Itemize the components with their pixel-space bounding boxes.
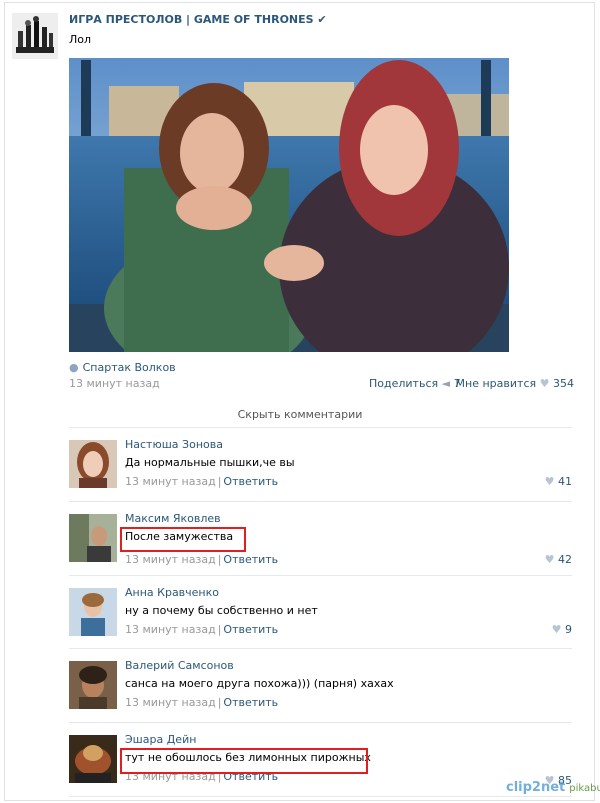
comment-author[interactable]: Настюша Зонова [125, 438, 223, 451]
heart-icon: ♥ [544, 553, 555, 566]
megaphone-icon: ◄ [441, 377, 451, 390]
comment-meta: 13 минут назад | Ответить [125, 553, 278, 566]
comment-time[interactable]: 13 минут назад [125, 475, 216, 488]
person-icon: ● [69, 361, 79, 374]
post-photo[interactable] [69, 58, 509, 352]
post-text: Лол [69, 33, 92, 46]
avatar[interactable] [69, 661, 117, 709]
comment-time[interactable]: 13 минут назад [125, 696, 216, 709]
reply-button[interactable]: Ответить [223, 475, 278, 488]
group-avatar[interactable] [12, 13, 58, 59]
divider [69, 427, 572, 428]
avatar[interactable] [69, 514, 117, 562]
heart-icon: ♥ [539, 377, 550, 390]
comment-like-count: 41 [558, 475, 572, 488]
hide-comments-link[interactable]: Скрыть комментарии [0, 408, 600, 421]
reply-button[interactable]: Ответить [223, 696, 278, 709]
reply-button[interactable]: Ответить [223, 553, 278, 566]
comment-text: ну а почему бы собственно и нет [125, 604, 318, 617]
reply-button[interactable]: Ответить [223, 770, 278, 783]
separator: | [217, 475, 222, 488]
comment-like-button[interactable]: ♥ 41 [545, 475, 572, 488]
comment-text: тут не обошлось без лимонных пирожных [125, 751, 371, 764]
signer-name[interactable]: Спартак Волков [83, 361, 176, 374]
comment-time[interactable]: 13 минут назад [125, 623, 216, 636]
comment-like-button[interactable]: ♥ 9 [552, 623, 572, 636]
comment-author[interactable]: Валерий Самсонов [125, 659, 234, 672]
avatar[interactable] [69, 735, 117, 783]
comment-item: Максим Яковлев После замужества 13 минут… [69, 506, 572, 578]
comment-meta: 13 минут назад | Ответить [125, 623, 278, 636]
comment-author[interactable]: Эшара Дейн [125, 733, 196, 746]
watermark: clip2netpikabu.ru [506, 780, 600, 795]
comment-item: Эшара Дейн тут не обошлось без лимонных … [69, 727, 572, 799]
separator: | [217, 696, 222, 709]
comment-text: санса на моего друга похожа))) (парня) х… [125, 677, 394, 690]
comment-author[interactable]: Максим Яковлев [125, 512, 221, 525]
like-button[interactable]: Мне нравится ♥ 354 [456, 377, 574, 390]
heart-icon: ♥ [544, 475, 555, 488]
comment-like-count: 9 [565, 623, 572, 636]
group-name[interactable]: ИГРА ПРЕСТОЛОВ | GAME OF THRONES [69, 13, 314, 26]
post-signer[interactable]: ● Спартак Волков [69, 361, 176, 374]
comment-text: Да нормальные пышки,че вы [125, 456, 295, 469]
heart-icon: ♥ [551, 623, 562, 636]
comment-meta: 13 минут назад | Ответить [125, 696, 278, 709]
comment-text: После замужества [125, 530, 234, 543]
comment-time[interactable]: 13 минут назад [125, 770, 216, 783]
separator: | [217, 770, 222, 783]
watermark-pikabu: pikabu.ru [569, 783, 600, 794]
comment-author[interactable]: Анна Кравченко [125, 586, 219, 599]
share-label[interactable]: Поделиться [369, 377, 438, 390]
comment-item: Валерий Самсонов санса на моего друга по… [69, 653, 572, 725]
comment-like-count: 42 [558, 553, 572, 566]
reply-button[interactable]: Ответить [223, 623, 278, 636]
post-time[interactable]: 13 минут назад [69, 377, 160, 390]
like-count: 354 [553, 377, 574, 390]
avatar[interactable] [69, 588, 117, 636]
comment-item: Анна Кравченко ну а почему бы собственно… [69, 580, 572, 652]
avatar[interactable] [69, 440, 117, 488]
like-label[interactable]: Мне нравится [456, 377, 537, 390]
group-name-link[interactable]: ИГРА ПРЕСТОЛОВ | GAME OF THRONES ✔ [69, 13, 327, 26]
separator: | [217, 553, 222, 566]
verified-icon: ✔ [317, 13, 327, 26]
comment-time[interactable]: 13 минут назад [125, 553, 216, 566]
watermark-clip2net: clip2net [506, 780, 566, 795]
comment-meta: 13 минут назад | Ответить [125, 475, 278, 488]
comment-item: Настюша Зонова Да нормальные пышки,че вы… [69, 432, 572, 504]
separator: | [217, 623, 222, 636]
comment-meta: 13 минут назад | Ответить [125, 770, 278, 783]
comment-like-button[interactable]: ♥ 42 [545, 553, 572, 566]
share-button[interactable]: Поделиться ◄ 7 [369, 377, 461, 390]
